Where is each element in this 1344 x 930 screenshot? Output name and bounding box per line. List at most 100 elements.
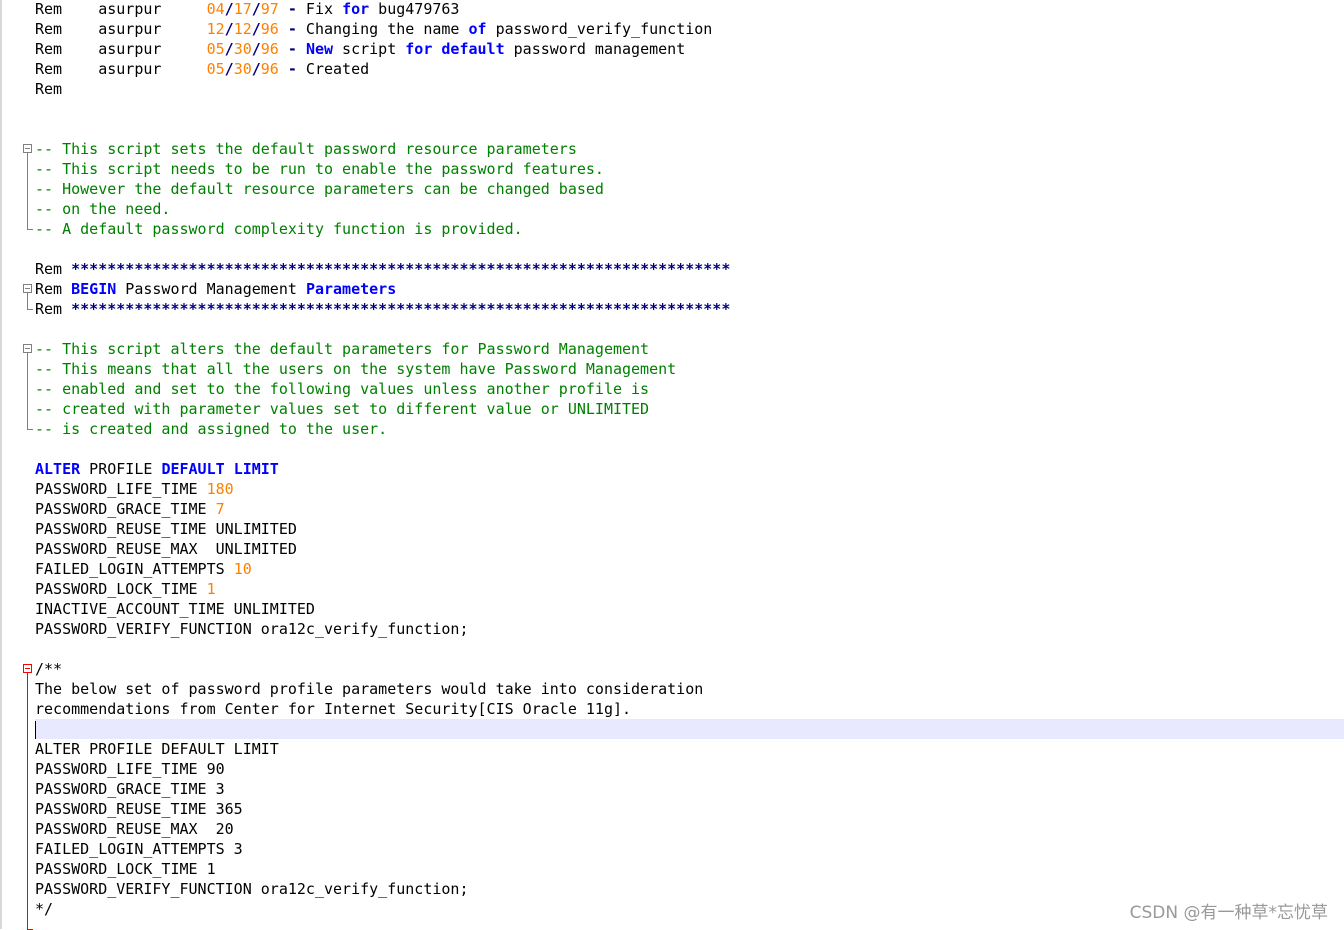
- code-line[interactable]: PASSWORD_REUSE_TIME 365: [35, 799, 1344, 819]
- code-line[interactable]: PASSWORD_REUSE_MAX 20: [35, 819, 1344, 839]
- code-token: LIMIT: [233, 460, 279, 478]
- code-token: 30: [233, 60, 252, 78]
- code-line[interactable]: ALTER PROFILE DEFAULT LIMIT: [35, 459, 1344, 479]
- code-line[interactable]: Rem asurpur 12/12/96 - Changing the name…: [35, 19, 1344, 39]
- code-line[interactable]: -- is created and assigned to the user.: [35, 419, 1344, 439]
- code-line[interactable]: PASSWORD_LIFE_TIME 90: [35, 759, 1344, 779]
- code-line[interactable]: PASSWORD_REUSE_MAX UNLIMITED: [35, 539, 1344, 559]
- code-line[interactable]: Rem asurpur 04/17/97 - Fix for bug479763: [35, 0, 1344, 19]
- code-line[interactable]: FAILED_LOGIN_ATTEMPTS 10: [35, 559, 1344, 579]
- code-token: 96: [260, 60, 279, 78]
- code-token: password management: [504, 40, 686, 58]
- code-editor[interactable]: Rem asurpur 04/17/97 - Fix for bug479763…: [35, 0, 1344, 929]
- code-line[interactable]: recommendations from Center for Internet…: [35, 699, 1344, 719]
- code-token: password_verify_function: [486, 20, 713, 38]
- code-line[interactable]: Rem ************************************…: [35, 299, 1344, 319]
- code-line[interactable]: [35, 239, 1344, 259]
- code-token: 97: [260, 0, 279, 18]
- code-line[interactable]: Rem asurpur 05/30/96 - New script for de…: [35, 39, 1344, 59]
- code-line[interactable]: -- A default password complexity functio…: [35, 219, 1344, 239]
- code-token: -- This script needs to be run to enable…: [35, 160, 604, 178]
- code-token: 180: [206, 480, 234, 498]
- fold-collapse-icon[interactable]: [23, 144, 32, 153]
- code-line[interactable]: PASSWORD_REUSE_TIME UNLIMITED: [35, 519, 1344, 539]
- code-token: Rem: [35, 80, 63, 98]
- code-line[interactable]: PASSWORD_GRACE_TIME 7: [35, 499, 1344, 519]
- code-line[interactable]: -- on the need.: [35, 199, 1344, 219]
- code-line[interactable]: [35, 439, 1344, 459]
- code-token: -: [287, 40, 297, 58]
- code-token: /: [251, 20, 261, 38]
- code-token: PROFILE: [80, 460, 162, 478]
- code-token: FAILED_LOGIN_ATTEMPTS 3: [35, 840, 243, 858]
- code-token: -- This means that all the users on the …: [35, 360, 677, 378]
- code-line[interactable]: -- However the default resource paramete…: [35, 179, 1344, 199]
- code-token: DEFAULT: [161, 460, 225, 478]
- code-token: /: [251, 0, 261, 18]
- code-token: ****************************************…: [71, 300, 731, 318]
- current-code-line[interactable]: [35, 719, 1344, 739]
- code-line[interactable]: [35, 319, 1344, 339]
- code-token: PASSWORD_LOCK_TIME: [35, 580, 207, 598]
- text-caret: [35, 720, 36, 739]
- code-token: PASSWORD_GRACE_TIME 3: [35, 780, 225, 798]
- fold-end-marker: [27, 229, 33, 230]
- code-token: /: [224, 20, 234, 38]
- code-token: script: [333, 40, 406, 58]
- code-line[interactable]: Rem: [35, 79, 1344, 99]
- code-line[interactable]: /**: [35, 659, 1344, 679]
- code-token: /: [251, 60, 261, 78]
- code-line[interactable]: The below set of password profile parame…: [35, 679, 1344, 699]
- code-line[interactable]: PASSWORD_LOCK_TIME 1: [35, 859, 1344, 879]
- code-token: 1: [206, 580, 216, 598]
- fold-collapse-icon[interactable]: [23, 284, 32, 293]
- code-token: Rem asurpur: [35, 0, 207, 18]
- fold-collapse-icon[interactable]: [23, 344, 32, 353]
- code-token: /: [224, 60, 234, 78]
- code-token: BEGIN: [71, 280, 117, 298]
- fold-collapse-icon[interactable]: [23, 664, 32, 673]
- code-line[interactable]: -- created with parameter values set to …: [35, 399, 1344, 419]
- code-token: PASSWORD_REUSE_MAX UNLIMITED: [35, 540, 297, 558]
- code-line[interactable]: PASSWORD_LIFE_TIME 180: [35, 479, 1344, 499]
- code-token: /: [224, 0, 234, 18]
- code-token: Fix: [296, 0, 343, 18]
- code-line[interactable]: Rem ************************************…: [35, 259, 1344, 279]
- code-token: 12: [233, 20, 252, 38]
- code-line[interactable]: PASSWORD_VERIFY_FUNCTION ora12c_verify_f…: [35, 619, 1344, 639]
- code-token: 96: [260, 40, 279, 58]
- code-token: Rem asurpur: [35, 20, 207, 38]
- code-token: PASSWORD_VERIFY_FUNCTION ora12c_verify_f…: [35, 880, 469, 898]
- code-token: PASSWORD_LOCK_TIME 1: [35, 860, 216, 878]
- code-line[interactable]: Rem BEGIN Password Management Parameters: [35, 279, 1344, 299]
- code-line[interactable]: PASSWORD_LOCK_TIME 1: [35, 579, 1344, 599]
- code-line[interactable]: ALTER PROFILE DEFAULT LIMIT: [35, 739, 1344, 759]
- code-line[interactable]: [35, 99, 1344, 119]
- code-line[interactable]: -- enabled and set to the following valu…: [35, 379, 1344, 399]
- fold-range-line: [27, 153, 28, 229]
- code-line[interactable]: [35, 639, 1344, 659]
- code-line[interactable]: [35, 119, 1344, 139]
- code-line[interactable]: PASSWORD_VERIFY_FUNCTION ora12c_verify_f…: [35, 879, 1344, 899]
- code-token: 05: [206, 40, 225, 58]
- fold-end-marker: [27, 309, 33, 310]
- code-token: ALTER PROFILE DEFAULT LIMIT: [35, 740, 279, 758]
- code-token: 30: [233, 40, 252, 58]
- code-line[interactable]: INACTIVE_ACCOUNT_TIME UNLIMITED: [35, 599, 1344, 619]
- code-line[interactable]: -- This script sets the default password…: [35, 139, 1344, 159]
- code-line[interactable]: PASSWORD_GRACE_TIME 3: [35, 779, 1344, 799]
- code-token: for: [405, 40, 433, 58]
- code-line[interactable]: -- This means that all the users on the …: [35, 359, 1344, 379]
- code-token: ****************************************…: [71, 260, 731, 278]
- code-line[interactable]: -- This script needs to be run to enable…: [35, 159, 1344, 179]
- code-line[interactable]: Rem asurpur 05/30/96 - Created: [35, 59, 1344, 79]
- code-token: */: [35, 900, 54, 918]
- code-line[interactable]: -- This script alters the default parame…: [35, 339, 1344, 359]
- code-line[interactable]: FAILED_LOGIN_ATTEMPTS 3: [35, 839, 1344, 859]
